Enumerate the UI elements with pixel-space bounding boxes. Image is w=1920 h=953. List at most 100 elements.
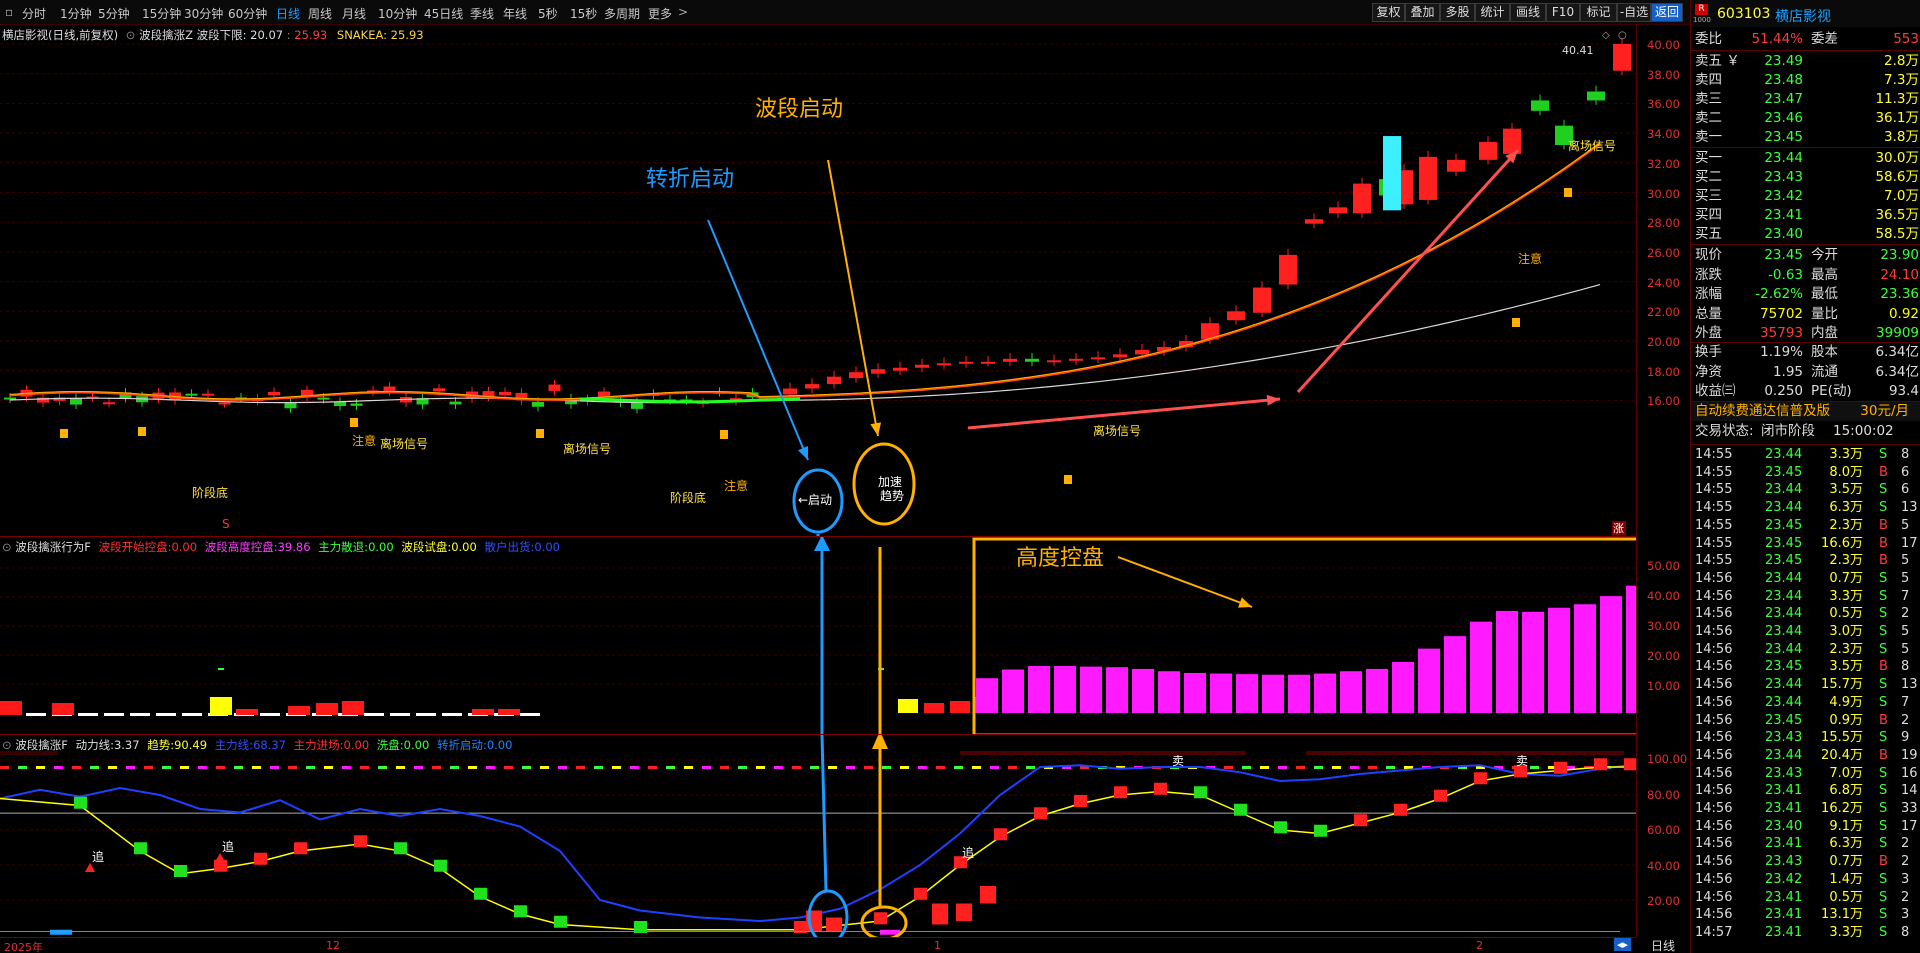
- ask-row[interactable]: 卖三 23.47 11.3万: [1691, 90, 1920, 109]
- tick-side: S: [1879, 694, 1888, 710]
- period-9[interactable]: 10分钟: [378, 5, 417, 22]
- period-0[interactable]: 分时: [22, 5, 46, 22]
- candle-body: [783, 388, 797, 395]
- period-10[interactable]: 45日线: [424, 5, 463, 22]
- osc-dash: [72, 766, 81, 769]
- stat2-value: 1.95: [1772, 363, 1803, 380]
- axis-divider: [1636, 24, 1637, 937]
- toolbar-btn-0[interactable]: 复权: [1372, 3, 1405, 22]
- wb-value: 51.44%: [1751, 31, 1803, 47]
- zhui-label-1: 追: [92, 849, 104, 864]
- stat2-label-2: 流通: [1811, 363, 1838, 380]
- period-16[interactable]: 更多: [648, 5, 672, 22]
- exit-signal-2: 离场信号: [563, 441, 611, 456]
- osc-dash: [1260, 766, 1269, 769]
- period-6[interactable]: 日线: [276, 5, 300, 22]
- toolbar-btn-7[interactable]: -自选: [1617, 3, 1651, 22]
- period-7[interactable]: 周线: [308, 5, 332, 22]
- tick-side: S: [1879, 924, 1888, 940]
- vol-flat-bar: [78, 713, 98, 716]
- osc-dash: [882, 766, 891, 769]
- osc-dash: [1278, 766, 1287, 769]
- tick-time: 14:56: [1695, 801, 1733, 816]
- toolbar-btn-1[interactable]: 叠加: [1405, 3, 1440, 22]
- toolbar-btn-2[interactable]: 多股: [1440, 3, 1475, 22]
- oscillator-chart[interactable]: ⊙ 波段擒涨F 动力线:3.37 趋势:90.49 主力线:68.37 主力进场…: [0, 734, 1687, 938]
- osc-dash: [594, 766, 603, 769]
- candle-body: [449, 401, 462, 405]
- osc-dash: [306, 766, 315, 769]
- tick-volume: 16.2万: [1821, 801, 1863, 816]
- tick-price: 23.44: [1765, 570, 1803, 586]
- osc-dash: [630, 766, 639, 769]
- period-13[interactable]: 5秒: [538, 5, 558, 22]
- vol-chart-canvas: 高度控盘: [0, 537, 1636, 735]
- ask-row[interactable]: 卖一 23.45 3.8万: [1691, 128, 1920, 147]
- osc-candle: [294, 842, 307, 855]
- tick-side: S: [1879, 871, 1888, 887]
- ask-row[interactable]: 卖四 23.48 7.3万: [1691, 71, 1920, 90]
- toolbar-btn-8[interactable]: 返回: [1651, 3, 1683, 22]
- osc-candle: [1354, 814, 1367, 827]
- tick-volume: 0.7万: [1829, 854, 1863, 870]
- promo-row[interactable]: 自动续费通达信普及版 30元/月: [1691, 402, 1920, 421]
- period-indicator[interactable]: 日线: [1636, 937, 1690, 953]
- scroll-button[interactable]: ◂▸: [1614, 938, 1632, 951]
- turn-start-arrow: [707, 219, 809, 461]
- osc-candle: [1074, 795, 1087, 807]
- vol-bar-control: [1626, 585, 1636, 713]
- tick-side: S: [1879, 730, 1888, 746]
- period-14[interactable]: 15秒: [570, 5, 597, 22]
- vol-green-dot: [218, 668, 224, 670]
- bid-volume: 58.6万: [1875, 169, 1919, 185]
- period-8[interactable]: 月线: [342, 5, 366, 22]
- period-12[interactable]: 年线: [503, 5, 527, 22]
- tick-row: 14:56 23.44 3.0万 S 5: [1691, 623, 1920, 640]
- osc-candle: [354, 835, 367, 848]
- bid-row[interactable]: 买二 23.43 58.6万: [1691, 168, 1920, 187]
- main-kline-chart[interactable]: 横店影视(日线,前复权) ⊙ 波段擒涨Z 波段下限: 20.07 : 25.93…: [0, 24, 1680, 536]
- tick-side: S: [1879, 889, 1888, 905]
- osc-candle: [174, 865, 187, 877]
- more-arrow-icon[interactable]: >: [678, 5, 688, 19]
- period-5[interactable]: 60分钟: [228, 5, 267, 22]
- period-4[interactable]: 30分钟: [184, 5, 223, 22]
- bid-row[interactable]: 买四 23.41 36.5万: [1691, 206, 1920, 225]
- bid-row[interactable]: 买一 23.44 30.0万: [1691, 149, 1920, 168]
- period-2[interactable]: 5分钟: [98, 5, 130, 22]
- vol-bar-left: [316, 703, 338, 715]
- tick-price: 23.45: [1765, 712, 1803, 728]
- bid-row[interactable]: 买三 23.42 7.0万: [1691, 187, 1920, 206]
- osc-dash: [990, 766, 999, 769]
- tick-count: 16: [1901, 765, 1918, 781]
- ask-row[interactable]: 卖五 ￥ 23.49 2.8万: [1691, 52, 1920, 71]
- toolbar-btn-5[interactable]: F10: [1546, 3, 1580, 22]
- vol-flat-bar: [26, 713, 46, 716]
- toolbar-btn-3[interactable]: 统计: [1475, 3, 1510, 22]
- tick-count: 8: [1901, 447, 1910, 462]
- period-11[interactable]: 季线: [470, 5, 494, 22]
- vol-bar-control: [1236, 674, 1258, 713]
- bid-volume: 30.0万: [1875, 150, 1919, 166]
- toolbar-btn-4[interactable]: 画线: [1510, 3, 1546, 22]
- toolbar-btn-6[interactable]: 标记: [1580, 3, 1617, 22]
- toolbar-menu-icon[interactable]: ▫: [5, 5, 13, 19]
- period-1[interactable]: 1分钟: [60, 5, 92, 22]
- behavior-indicator-chart[interactable]: ⊙ 波段擒涨行为F 波段开始控盘:0.00 波段高度控盘:39.86 主力散退:…: [0, 536, 1680, 735]
- vol-bar-left: [342, 701, 364, 715]
- ask-row[interactable]: 卖二 23.46 36.1万: [1691, 109, 1920, 128]
- tick-time: 14:56: [1695, 677, 1733, 693]
- tick-price: 23.44: [1765, 624, 1803, 639]
- candle-body: [1069, 358, 1083, 361]
- bid-row[interactable]: 买五 23.40 58.5万: [1691, 225, 1920, 244]
- vol-bar-control: [1600, 596, 1622, 713]
- ask-price: 23.48: [1764, 72, 1803, 88]
- osc-candle: [434, 859, 447, 872]
- tick-row: 14:56 23.41 6.3万 S 2: [1691, 835, 1920, 852]
- stat-value-2: 23.36: [1880, 286, 1919, 302]
- tick-side: B: [1879, 747, 1888, 763]
- osc-dash: [504, 766, 513, 769]
- period-15[interactable]: 多周期: [604, 5, 640, 22]
- period-3[interactable]: 15分钟: [142, 5, 181, 22]
- tick-side: S: [1879, 783, 1888, 799]
